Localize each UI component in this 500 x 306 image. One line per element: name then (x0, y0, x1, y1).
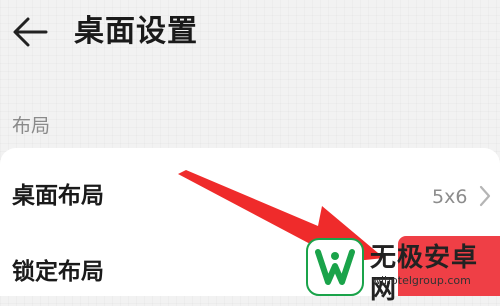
desktop-layout-row[interactable]: 桌面布局 5x6 (0, 148, 500, 244)
watermark: 无极安卓网 wjhotelgroup.com (306, 236, 500, 305)
app-header: 桌面设置 (0, 0, 500, 66)
back-arrow-icon[interactable] (10, 14, 50, 50)
lock-layout-row (0, 96, 500, 148)
chevron-right-icon (479, 185, 491, 207)
page-title: 桌面设置 (74, 14, 198, 49)
desktop-layout-value: 5x6 (432, 186, 468, 208)
lock-layout-label: 锁定布局 (12, 259, 104, 285)
watermark-url: wjhotelgroup.com (372, 274, 471, 287)
desktop-layout-label: 桌面布局 (12, 183, 104, 209)
watermark-logo-icon (306, 238, 364, 296)
